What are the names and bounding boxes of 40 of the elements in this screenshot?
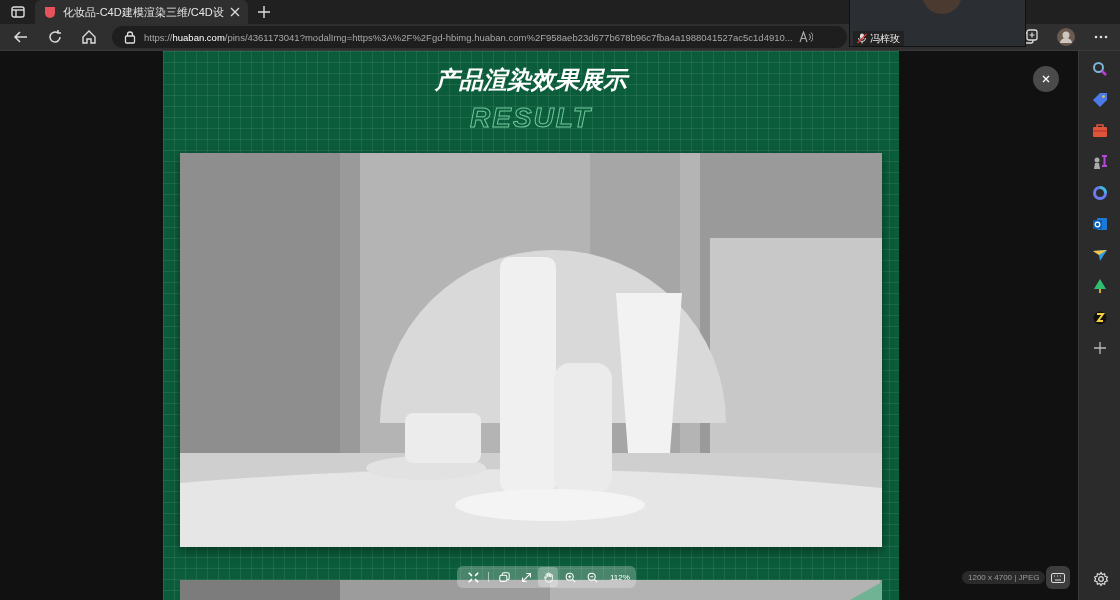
- lock-icon[interactable]: [124, 30, 136, 44]
- paper-plane-icon[interactable]: [1091, 247, 1108, 263]
- keyboard-icon: [1051, 572, 1065, 583]
- zoom-out-icon: [586, 571, 598, 583]
- home-icon[interactable]: [81, 29, 97, 45]
- tree-icon[interactable]: [1091, 278, 1108, 294]
- back-icon[interactable]: [13, 29, 29, 45]
- tool-button[interactable]: [538, 567, 558, 587]
- tab-title: 化妆品-C4D建模渲染三维/C4D设: [63, 4, 224, 20]
- site-icon: [43, 5, 57, 19]
- mail-app-icon[interactable]: [1091, 216, 1108, 232]
- zoom-level: 112%: [610, 572, 630, 582]
- more-icon[interactable]: [1094, 35, 1108, 39]
- profile-avatar[interactable]: [1056, 27, 1076, 47]
- backdrop-text: RESULT: [470, 102, 592, 134]
- close-icon[interactable]: [229, 7, 240, 17]
- search-icon[interactable]: [1091, 61, 1108, 77]
- rotate-icon: [498, 571, 510, 583]
- toolbox-icon[interactable]: [1091, 123, 1108, 139]
- address-bar[interactable]: https://huaban.com/pins/4361173041?modalImg=https%3A%2F%2Fgd-hbimg.huaban.com%2F958aeb23d677b678b96c7fba4a1988041527ac5c1d4910...: [112, 26, 847, 48]
- tag-icon[interactable]: [1091, 92, 1108, 108]
- settings-icon[interactable]: [1093, 571, 1109, 587]
- expand-icon: [520, 571, 532, 583]
- hand-icon: [542, 571, 554, 583]
- chess-piece-icon[interactable]: [1091, 154, 1108, 170]
- add-icon[interactable]: [1091, 340, 1108, 356]
- image-info: 1200 x 4700 | JPEG: [962, 571, 1046, 584]
- zoom-in-icon: [564, 571, 576, 583]
- fit-icon: [467, 571, 479, 583]
- ring-logo-icon[interactable]: [1091, 185, 1108, 201]
- refresh-icon[interactable]: [47, 29, 63, 45]
- keyboard-button[interactable]: [1046, 566, 1070, 589]
- new-tab-icon[interactable]: [257, 6, 270, 18]
- browser-tab[interactable]: 化妆品-C4D建模渲染三维/C4D设: [35, 0, 248, 24]
- window-icon[interactable]: [11, 6, 25, 18]
- url-text: https://huaban.com/pins/4361173041?modalImg=https%3A%2F%2Fgd-hbimg.huaban.com%2F958aeb23d677b678b96c7fba4a1988041527ac5c1d4910...: [144, 31, 793, 43]
- close-button[interactable]: [1033, 66, 1059, 92]
- read-aloud-icon[interactable]: [798, 31, 813, 43]
- participant-name: 冯梓玫: [870, 31, 900, 46]
- close-icon: [1042, 75, 1050, 83]
